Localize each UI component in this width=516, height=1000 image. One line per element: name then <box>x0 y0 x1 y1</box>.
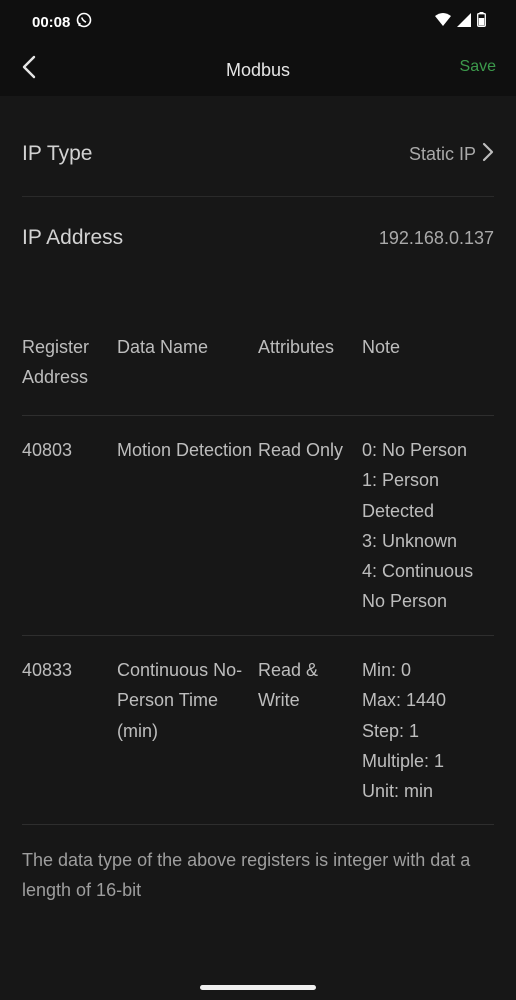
row-note: 0: No Person 1: Person Detected 3: Unkno… <box>362 435 494 635</box>
save-button[interactable]: Save <box>460 58 496 76</box>
row-note: Min: 0 Max: 1440 Step: 1 Multiple: 1 Uni… <box>362 655 494 824</box>
row-attributes: Read & Write <box>258 660 319 711</box>
row-address: 40833 <box>22 660 73 680</box>
signal-icon <box>457 12 471 32</box>
note-line: Min: 0 <box>362 660 412 680</box>
ip-address-row: IP Address 192.168.0.137 <box>22 218 494 258</box>
status-bar: 00:08 <box>0 0 516 44</box>
status-right <box>435 12 486 32</box>
note-line: Unit: min <box>362 781 434 802</box>
table-row: 40833 Continuous No-Person Time (min) Re… <box>22 636 494 824</box>
ip-address-value: 192.168.0.137 <box>378 227 494 248</box>
note-line: Multiple: 1 <box>362 750 445 771</box>
register-table: Register Address Data Name Attributes No… <box>22 332 494 825</box>
header-attributes: Attributes <box>258 337 335 357</box>
back-button[interactable] <box>14 54 44 84</box>
row-attributes: Read Only <box>258 440 344 460</box>
page-title: Modbus <box>225 59 291 80</box>
ip-type-value-group: Static IP <box>409 142 494 167</box>
status-left: 00:08 <box>32 12 92 32</box>
note-line: Step: 1 <box>362 720 420 741</box>
footnote: The data type of the above registers is … <box>22 850 471 900</box>
note-line: 4: Continuous No Person <box>362 561 474 612</box>
row-address: 40803 <box>22 440 73 460</box>
ip-type-value: Static IP <box>408 143 476 164</box>
divider <box>22 196 494 197</box>
ip-type-row[interactable]: IP Type Static IP <box>22 134 494 174</box>
header-data-name: Data Name <box>117 337 209 357</box>
note-line: 1: Person Detected <box>362 470 440 521</box>
status-time: 00:08 <box>32 13 71 31</box>
row-data-name: Continuous No-Person Time (min) <box>117 660 243 741</box>
app-bar: Modbus Save <box>0 44 516 96</box>
note-line: 0: No Person <box>362 440 468 460</box>
header-register-address: Register Address <box>22 337 90 388</box>
ip-type-label: IP Type <box>22 142 93 165</box>
chevron-right-icon <box>482 142 494 167</box>
table-header-row: Register Address Data Name Attributes No… <box>22 332 494 415</box>
ip-address-label: IP Address <box>22 226 124 249</box>
table-divider <box>22 824 494 825</box>
battery-icon <box>477 12 486 32</box>
wifi-icon <box>435 12 451 32</box>
note-line: 3: Unknown <box>362 530 458 551</box>
header-note: Note <box>362 337 401 357</box>
whatsapp-icon <box>76 12 92 32</box>
row-data-name: Motion Detection <box>117 440 253 460</box>
table-row: 40803 Motion Detection Read Only 0: No P… <box>22 416 494 635</box>
chevron-left-icon <box>22 55 36 84</box>
note-line: Max: 1440 <box>362 690 447 711</box>
home-indicator[interactable] <box>200 985 316 990</box>
